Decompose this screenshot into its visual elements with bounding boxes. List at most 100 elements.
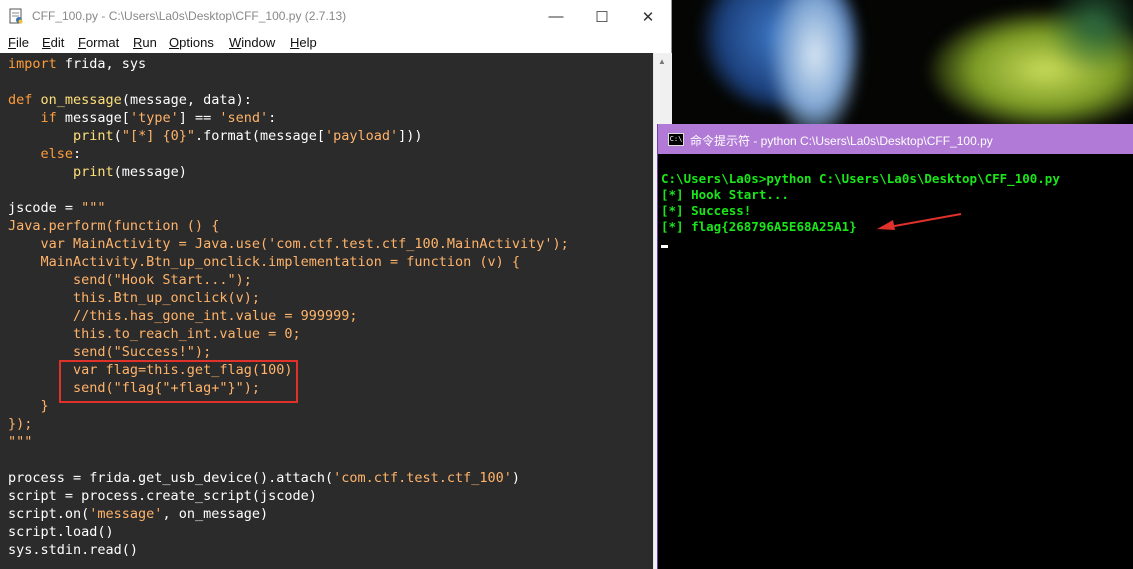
code-token: script.load() xyxy=(8,524,114,540)
code-token: 'payload' xyxy=(325,128,399,144)
console-line: [*] flag{268796A5E68A25A1} xyxy=(661,219,857,234)
code-line[interactable]: Java.perform(function () { xyxy=(8,217,569,235)
code-line[interactable]: script.on('message', on_message) xyxy=(8,505,569,523)
code-line[interactable]: var MainActivity = Java.use('com.ctf.tes… xyxy=(8,235,569,253)
code-token: import xyxy=(8,56,57,72)
menu-run[interactable]: Run xyxy=(133,35,157,50)
code-line[interactable]: MainActivity.Btn_up_onclick.implementati… xyxy=(8,253,569,271)
minimize-icon: — xyxy=(548,8,564,25)
idle-editor-window: CFF_100.py - C:\Users\La0s\Desktop\CFF_1… xyxy=(0,0,672,569)
code-token: , on_message) xyxy=(162,506,269,522)
console-line: [*] Success! xyxy=(661,203,752,218)
menu-file[interactable]: File xyxy=(8,35,29,50)
code-token: 'com.ctf.test.ctf_100' xyxy=(333,470,512,486)
code-line[interactable]: }); xyxy=(8,415,569,433)
code-line[interactable]: """ xyxy=(8,433,569,451)
code-token: def xyxy=(8,92,33,108)
code-token: Java.perform(function () { xyxy=(8,218,220,234)
code-line[interactable]: if message['type'] == 'send': xyxy=(8,109,569,127)
code-line[interactable]: script = process.create_script(jscode) xyxy=(8,487,569,505)
code-token: this.to_reach_int.value = 0; xyxy=(8,326,301,342)
code-token: on_message xyxy=(40,92,122,108)
code-line[interactable]: //this.has_gone_int.value = 999999; xyxy=(8,307,569,325)
code-line[interactable]: script.load() xyxy=(8,523,569,541)
console-line: C:\Users\La0s>python C:\Users\La0s\Deskt… xyxy=(661,171,1060,186)
maximize-icon: ☐ xyxy=(595,8,609,26)
code-line[interactable]: process = frida.get_usb_device().attach(… xyxy=(8,469,569,487)
code-token: script.on( xyxy=(8,506,90,522)
red-arrow-annotation-icon xyxy=(877,213,962,230)
code-line[interactable]: import frida, sys xyxy=(8,55,569,73)
menu-help[interactable]: Help xyxy=(290,35,317,50)
code-line[interactable] xyxy=(8,451,569,469)
console-cursor xyxy=(661,245,668,248)
code-line[interactable]: this.Btn_up_onclick(v); xyxy=(8,289,569,307)
code-token: print xyxy=(73,164,114,180)
code-token: : xyxy=(268,110,277,126)
code-token: jscode = xyxy=(8,200,82,216)
code-token: (message) xyxy=(113,164,187,180)
idle-title-bar[interactable]: CFF_100.py - C:\Users\La0s\Desktop\CFF_1… xyxy=(0,0,671,33)
code-line[interactable]: this.to_reach_int.value = 0; xyxy=(8,325,569,343)
code-editor[interactable]: import frida, sys def on_message(message… xyxy=(0,53,653,569)
code-token: ) xyxy=(511,470,521,486)
code-token: if xyxy=(40,110,57,126)
close-button[interactable]: ✕ xyxy=(625,0,671,33)
code-token: ] == xyxy=(178,110,220,126)
code-token: message[ xyxy=(56,110,130,126)
code-text[interactable]: import frida, sys def on_message(message… xyxy=(8,55,569,559)
code-token: process = frida.get_usb_device().attach( xyxy=(8,470,334,486)
code-token: print xyxy=(73,128,114,144)
idle-window-title: CFF_100.py - C:\Users\La0s\Desktop\CFF_1… xyxy=(32,9,347,23)
code-line[interactable] xyxy=(8,181,569,199)
code-line[interactable]: sys.stdin.read() xyxy=(8,541,569,559)
code-token: send("Success!"); xyxy=(8,344,212,360)
code-token: : xyxy=(73,146,82,162)
console-line: [*] Hook Start... xyxy=(661,187,789,202)
code-token: var MainActivity = Java.use('com.ctf.tes… xyxy=(8,236,569,252)
code-token: """ xyxy=(81,200,106,216)
code-token: """ xyxy=(8,434,33,450)
menu-format[interactable]: Format xyxy=(78,35,119,50)
code-token: send("Hook Start..."); xyxy=(8,272,252,288)
menu-window[interactable]: Window xyxy=(229,35,275,50)
menu-options[interactable]: Options xyxy=(169,35,214,50)
code-token: MainActivity.Btn_up_onclick.implementati… xyxy=(8,254,521,270)
code-token: }); xyxy=(8,416,33,432)
code-token: frida, sys xyxy=(56,56,147,72)
code-line[interactable]: def on_message(message, data): xyxy=(8,91,569,109)
code-token: 'message' xyxy=(89,506,163,522)
code-token: "[*] {0}" xyxy=(121,128,195,144)
menu-edit[interactable]: Edit xyxy=(42,35,64,50)
command-prompt-window: C:\ 命令提示符 - python C:\Users\La0s\Desktop… xyxy=(657,124,1133,569)
wallpaper-white-smoke xyxy=(770,0,860,140)
code-line[interactable]: else: xyxy=(8,145,569,163)
maximize-button[interactable]: ☐ xyxy=(579,0,625,33)
code-token: ])) xyxy=(398,128,423,144)
code-line[interactable]: send("Hook Start..."); xyxy=(8,271,569,289)
code-line[interactable]: print(message) xyxy=(8,163,569,181)
minimize-button[interactable]: — xyxy=(533,0,579,33)
close-icon: ✕ xyxy=(641,8,655,26)
console-icon: C:\ xyxy=(668,133,684,146)
code-token: } xyxy=(8,398,49,414)
cmd-window-title: 命令提示符 - python C:\Users\La0s\Desktop\CFF… xyxy=(690,134,993,148)
code-line[interactable]: jscode = """ xyxy=(8,199,569,217)
code-token: 'send' xyxy=(219,110,269,126)
cmd-title-bar[interactable]: C:\ 命令提示符 - python C:\Users\La0s\Desktop… xyxy=(658,124,1133,154)
code-line[interactable]: send("Success!"); xyxy=(8,343,569,361)
code-token: //this.has_gone_int.value = 999999; xyxy=(8,308,358,324)
scroll-up-icon[interactable]: ▲ xyxy=(658,57,666,66)
code-token: script = process.create_script(jscode) xyxy=(8,488,317,504)
code-line[interactable] xyxy=(8,73,569,91)
code-line[interactable]: print("[*] {0}".format(message['payload'… xyxy=(8,127,569,145)
python-file-icon xyxy=(9,8,23,24)
code-token: else xyxy=(40,146,74,162)
code-token: this.Btn_up_onclick(v); xyxy=(8,290,260,306)
console-output: C:\Users\La0s>python C:\Users\La0s\Deskt… xyxy=(661,171,1060,235)
